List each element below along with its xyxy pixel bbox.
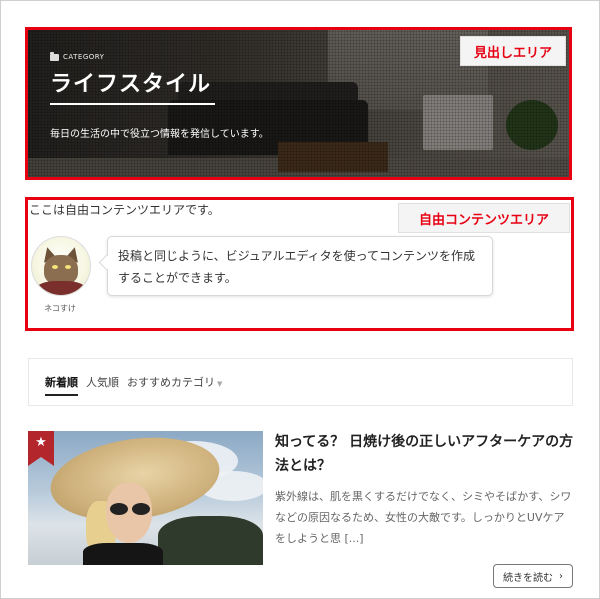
tab-recommended-category[interactable]: おすすめカテゴリ ▼ xyxy=(127,374,222,390)
read-more-label: 続きを読む xyxy=(503,572,553,584)
header-area-tag: 見出しエリア xyxy=(460,36,566,66)
thumb-swimsuit xyxy=(83,543,163,565)
featured-ribbon: ★ xyxy=(28,431,54,466)
tab-newest[interactable]: 新着順 xyxy=(45,374,78,396)
star-icon: ★ xyxy=(35,435,47,450)
chevron-right-icon: › xyxy=(559,570,563,582)
sort-tabs: 新着順 人気順 おすすめカテゴリ ▼ xyxy=(28,358,573,406)
free-area-tag: 自由コンテンツエリア xyxy=(398,203,570,233)
caret-down-icon: ▼ xyxy=(217,380,223,388)
read-more-button[interactable]: 続きを読む › xyxy=(493,564,573,588)
thumb-sunglasses xyxy=(108,503,152,515)
article-title[interactable]: 知ってる？ 日焼け後の正しいアフターケアの方法とは？ xyxy=(275,430,575,478)
tab-popular[interactable]: 人気順 xyxy=(86,374,119,390)
article-excerpt: 紫外線は、肌を黒くするだけでなく、シミやそばかす、シワなどの原因なるため、女性の… xyxy=(275,490,572,545)
tab-recommended-label: おすすめカテゴリ xyxy=(127,376,215,389)
thumb-trees xyxy=(158,516,263,565)
article-thumbnail[interactable] xyxy=(28,431,263,565)
